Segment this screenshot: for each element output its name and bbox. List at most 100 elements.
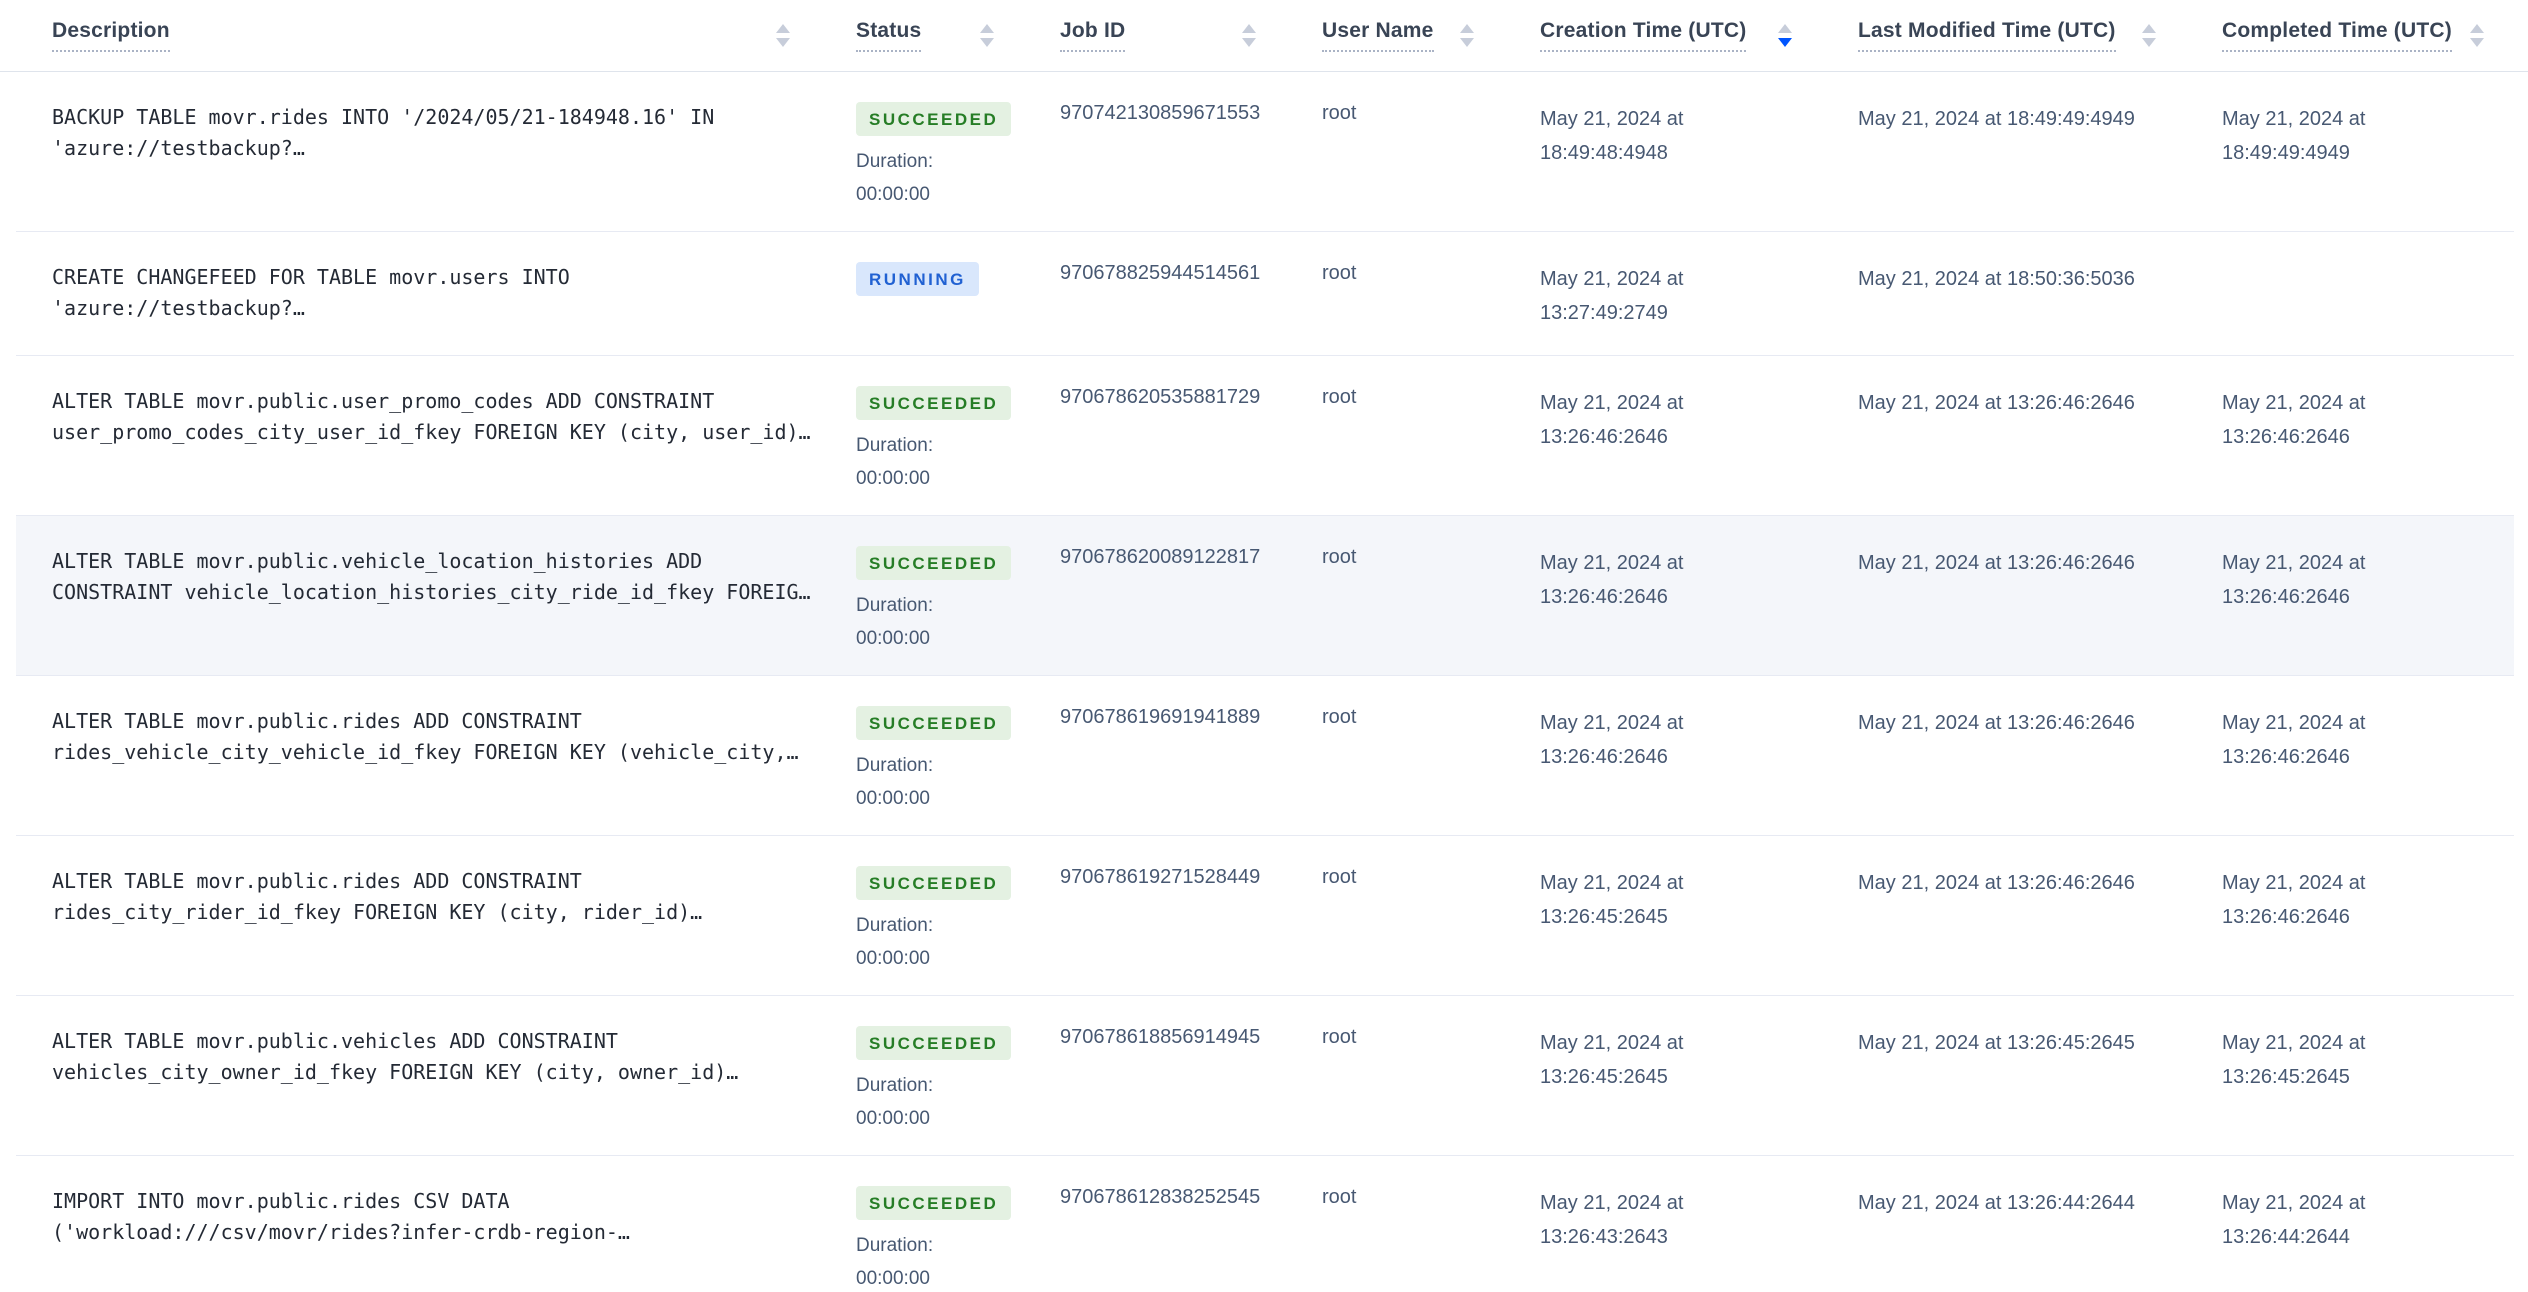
duration-label: Duration: [856, 435, 934, 456]
status-cell: SUCCEEDED Duration: 00:00:00 [856, 836, 1060, 996]
description-cell: BACKUP TABLE movr.rides INTO '/2024/05/2… [0, 72, 856, 232]
creation-time: May 21, 2024 at 13:26:43:2643 [1540, 1192, 1684, 1248]
status-badge: SUCCEEDED [856, 386, 1012, 420]
job-description[interactable]: BACKUP TABLE movr.rides INTO '/2024/05/2… [52, 102, 827, 164]
creation-time: May 21, 2024 at 18:49:48:4948 [1540, 108, 1684, 164]
user-name: root [1322, 102, 1357, 124]
job-id-cell: 970678619271528449 [1060, 836, 1322, 996]
completed-cell [2222, 232, 2528, 356]
table-row[interactable]: ALTER TABLE movr.public.vehicles ADD CON… [0, 996, 2528, 1156]
sort-arrows-icon[interactable] [1242, 24, 1256, 47]
table-row[interactable]: BACKUP TABLE movr.rides INTO '/2024/05/2… [0, 72, 2528, 232]
job-id-cell: 970678620089122817 [1060, 516, 1322, 676]
user-name: root [1322, 706, 1357, 728]
description-cell: CREATE CHANGEFEED FOR TABLE movr.users I… [0, 232, 856, 356]
sort-desc-icon [1778, 38, 1792, 47]
sort-desc-icon [1242, 38, 1256, 47]
header-cell-completed-time[interactable]: Completed Time (UTC) [2222, 0, 2528, 71]
header-cell-description[interactable]: Description [0, 0, 856, 71]
description-cell: ALTER TABLE movr.public.vehicle_location… [0, 516, 856, 676]
last-modified-time: May 21, 2024 at 18:49:49:4949 [1858, 108, 2135, 130]
sort-arrows-icon[interactable] [1460, 24, 1474, 47]
status-badge: SUCCEEDED [856, 546, 1012, 580]
last-modified-cell: May 21, 2024 at 13:26:46:2646 [1858, 676, 2222, 836]
job-description[interactable]: CREATE CHANGEFEED FOR TABLE movr.users I… [52, 262, 827, 324]
user-name: root [1322, 262, 1357, 284]
header-cell-job-id[interactable]: Job ID [1060, 0, 1322, 71]
last-modified-time: May 21, 2024 at 13:26:46:2646 [1858, 872, 2135, 894]
job-description[interactable]: ALTER TABLE movr.public.rides ADD CONSTR… [52, 866, 827, 928]
sort-asc-icon [1242, 24, 1256, 33]
status-cell: SUCCEEDED Duration: 00:00:00 [856, 72, 1060, 232]
user-name-cell: root [1322, 996, 1540, 1156]
sort-arrows-icon[interactable] [980, 24, 994, 47]
last-modified-time: May 21, 2024 at 13:26:45:2645 [1858, 1032, 2135, 1054]
job-id: 970678825944514561 [1060, 262, 1261, 284]
job-id: 970678619271528449 [1060, 866, 1261, 888]
duration-value: 00:00:00 [856, 184, 930, 205]
job-id-cell: 970742130859671553 [1060, 72, 1322, 232]
user-name-cell: root [1322, 516, 1540, 676]
sort-arrows-icon[interactable] [1778, 24, 1792, 47]
status-badge: SUCCEEDED [856, 1186, 1012, 1220]
job-id: 970678620535881729 [1060, 386, 1261, 408]
sort-desc-icon [2469, 38, 2484, 47]
job-description[interactable]: ALTER TABLE movr.public.vehicles ADD CON… [52, 1026, 827, 1088]
table-row[interactable]: IMPORT INTO movr.public.rides CSV DATA (… [0, 1156, 2528, 1292]
completed-time: May 21, 2024 at 13:26:46:2646 [2222, 392, 2366, 448]
table-row[interactable]: ALTER TABLE movr.public.rides ADD CONSTR… [0, 676, 2528, 836]
job-id-cell: 970678618856914945 [1060, 996, 1322, 1156]
sort-arrows-icon[interactable] [776, 24, 790, 47]
job-description[interactable]: IMPORT INTO movr.public.rides CSV DATA (… [52, 1186, 827, 1248]
status-cell: SUCCEEDED Duration: 00:00:00 [856, 996, 1060, 1156]
job-description[interactable]: ALTER TABLE movr.public.user_promo_codes… [52, 386, 827, 448]
description-cell: ALTER TABLE movr.public.user_promo_codes… [0, 356, 856, 516]
last-modified-cell: May 21, 2024 at 18:50:36:5036 [1858, 232, 2222, 356]
job-id: 970678612838252545 [1060, 1186, 1261, 1208]
table-row[interactable]: ALTER TABLE movr.public.vehicle_location… [0, 516, 2528, 676]
last-modified-cell: May 21, 2024 at 13:26:46:2646 [1858, 356, 2222, 516]
last-modified-time: May 21, 2024 at 13:26:46:2646 [1858, 712, 2135, 734]
column-label: Description [52, 19, 170, 52]
header-cell-last-modified-time[interactable]: Last Modified Time (UTC) [1858, 0, 2222, 71]
status-cell: RUNNING [856, 232, 1060, 356]
creation-time-cell: May 21, 2024 at 13:26:45:2645 [1540, 836, 1858, 996]
status-badge: SUCCEEDED [856, 706, 1012, 740]
job-description[interactable]: ALTER TABLE movr.public.rides ADD CONSTR… [52, 706, 827, 768]
job-id-cell: 970678612838252545 [1060, 1156, 1322, 1292]
completed-time: May 21, 2024 at 13:26:44:2644 [2222, 1192, 2366, 1248]
user-name-cell: root [1322, 232, 1540, 356]
creation-time: May 21, 2024 at 13:26:45:2645 [1540, 872, 1684, 928]
completed-cell: May 21, 2024 at 13:26:46:2646 [2222, 356, 2528, 516]
completed-time: May 21, 2024 at 13:26:46:2646 [2222, 712, 2366, 768]
status-cell: SUCCEEDED Duration: 00:00:00 [856, 356, 1060, 516]
completed-cell: May 21, 2024 at 13:26:45:2645 [2222, 996, 2528, 1156]
job-id: 970742130859671553 [1060, 102, 1261, 124]
job-id: 970678619691941889 [1060, 706, 1261, 728]
table-header-row: Description Status Job ID User Name Crea… [0, 0, 2528, 72]
completed-time: May 21, 2024 at 13:26:45:2645 [2222, 1032, 2366, 1088]
header-cell-user-name[interactable]: User Name [1322, 0, 1540, 71]
duration-value: 00:00:00 [856, 628, 930, 649]
table-row[interactable]: ALTER TABLE movr.public.user_promo_codes… [0, 356, 2528, 516]
job-description[interactable]: ALTER TABLE movr.public.vehicle_location… [52, 546, 827, 608]
completed-time: May 21, 2024 at 13:26:46:2646 [2222, 872, 2366, 928]
column-label: Job ID [1060, 19, 1126, 52]
sort-arrows-icon[interactable] [2142, 24, 2156, 47]
user-name: root [1322, 866, 1357, 888]
column-label: Creation Time (UTC) [1540, 19, 1747, 52]
creation-time-cell: May 21, 2024 at 13:26:46:2646 [1540, 516, 1858, 676]
header-cell-creation-time[interactable]: Creation Time (UTC) [1540, 0, 1858, 71]
last-modified-cell: May 21, 2024 at 18:49:49:4949 [1858, 72, 2222, 232]
table-row[interactable]: ALTER TABLE movr.public.rides ADD CONSTR… [0, 836, 2528, 996]
user-name: root [1322, 1026, 1357, 1048]
sort-arrows-icon[interactable] [2469, 24, 2484, 47]
status-cell: SUCCEEDED Duration: 00:00:00 [856, 516, 1060, 676]
user-name-cell: root [1322, 676, 1540, 836]
creation-time-cell: May 21, 2024 at 13:27:49:2749 [1540, 232, 1858, 356]
header-cell-status[interactable]: Status [856, 0, 1060, 71]
duration-value: 00:00:00 [856, 468, 930, 489]
user-name-cell: root [1322, 72, 1540, 232]
table-row[interactable]: CREATE CHANGEFEED FOR TABLE movr.users I… [0, 232, 2528, 356]
sort-asc-icon [776, 24, 790, 33]
